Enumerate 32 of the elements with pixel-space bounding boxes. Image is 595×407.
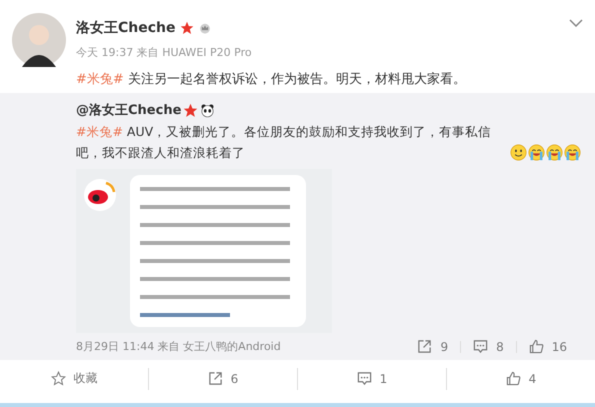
- chevron-down-icon[interactable]: [569, 19, 583, 27]
- topic-link[interactable]: #米兔#: [76, 124, 123, 139]
- laughing-crying-emoji-icon: [564, 144, 581, 161]
- comment-icon: [356, 371, 372, 386]
- repost-author[interactable]: @洛女王Cheche: [76, 101, 182, 119]
- comment-stat[interactable]: 8: [471, 339, 506, 354]
- share-icon: [417, 339, 432, 354]
- avatar[interactable]: [12, 13, 66, 67]
- star-icon: [180, 21, 194, 35]
- thumbs-up-icon: [506, 371, 521, 386]
- laughing-crying-emoji-icon: [546, 144, 563, 161]
- repost-meta: 8月29日 11:44 来自 女王八鸭的Android: [76, 339, 282, 354]
- post-meta: 今天 19:37 来自 HUAWEI P20 Pro: [76, 45, 253, 60]
- comment-button[interactable]: 1: [298, 360, 446, 397]
- thumbs-up-icon: [528, 339, 544, 354]
- post-text: #米兔# 关注另一起名誉权诉讼，作为被告。明天，材料甩大家看。: [75, 71, 467, 89]
- like-button[interactable]: 4: [447, 360, 595, 397]
- smile-emoji-icon: [510, 144, 527, 161]
- panda-icon: [200, 102, 216, 118]
- star-outline-icon: [50, 371, 66, 386]
- topic-link[interactable]: #米兔#: [76, 72, 124, 87]
- repost-text: #米兔# AUV，又被删光了。各位朋友的鼓励和支持我收到了，有事私信吧，我不跟渣人和渣浪耗着了: [76, 123, 492, 162]
- comment-icon: [473, 339, 488, 354]
- star-icon: [183, 102, 198, 118]
- like-stat[interactable]: 16: [526, 339, 569, 354]
- share-button[interactable]: 6: [149, 360, 297, 397]
- share-icon: [208, 371, 223, 386]
- share-stat[interactable]: 9: [415, 339, 450, 354]
- author-name[interactable]: 洛女王Cheche: [76, 19, 176, 37]
- laughing-crying-emoji-icon: [528, 144, 545, 161]
- favorite-button[interactable]: 收藏: [0, 360, 148, 397]
- crown-icon: [198, 21, 212, 35]
